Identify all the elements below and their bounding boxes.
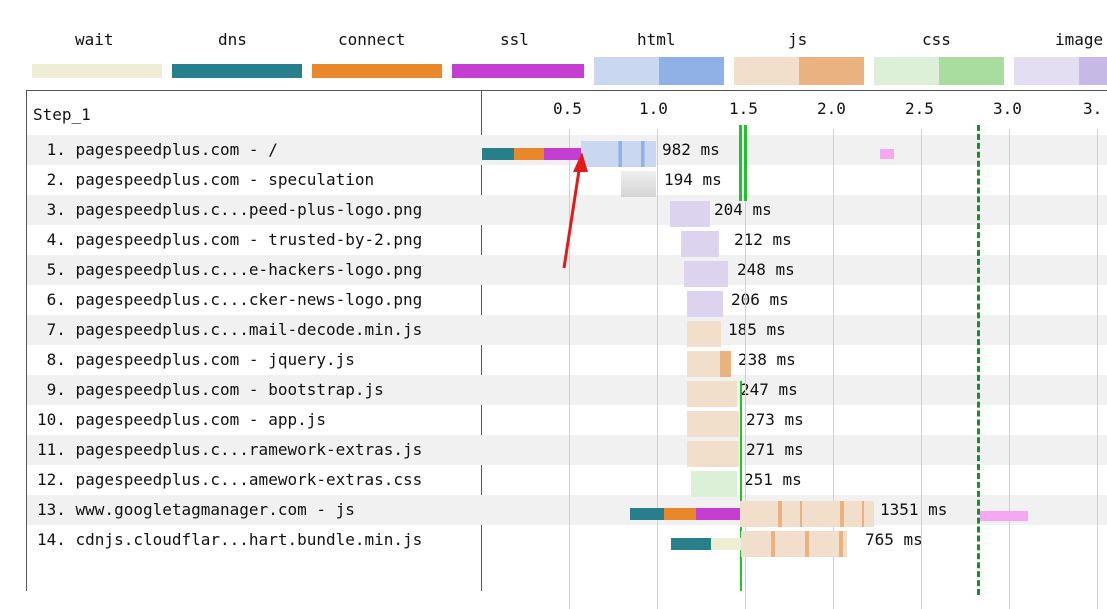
axis-tick: 1.5 xyxy=(729,99,758,118)
request-duration: 765 ms xyxy=(865,530,923,549)
image-marker xyxy=(980,511,1028,521)
request-row[interactable]: 9. pagespeedplus.com - bootstrap.js 247 m… xyxy=(27,375,1107,405)
request-name: 9. pagespeedplus.com - bootstrap.js xyxy=(37,380,384,399)
legend-label-css: css xyxy=(922,30,951,49)
legend-label-wait: wait xyxy=(75,30,114,49)
js-bar xyxy=(687,321,721,347)
image-bar xyxy=(687,291,723,317)
annotation-arrow xyxy=(562,152,588,269)
image-marker xyxy=(880,149,894,159)
js-bar xyxy=(687,441,739,467)
request-row[interactable]: 8. pagespeedplus.com - jquery.js 238 ms xyxy=(27,345,1107,375)
request-row[interactable]: 12. pagespeedplus.c...amework-extras.css… xyxy=(27,465,1107,495)
axis-tick: 0.5 xyxy=(553,99,582,118)
image-bar xyxy=(684,261,728,287)
green-marker-line xyxy=(744,125,747,201)
request-row[interactable]: 6. pagespeedplus.c...cker-news-logo.png 2… xyxy=(27,285,1107,315)
legend-swatch-connect xyxy=(312,64,442,78)
grid-line xyxy=(921,129,922,609)
legend-swatch-html xyxy=(594,57,724,85)
legend-label-js: js xyxy=(788,30,808,49)
request-row[interactable]: 14. cdnjs.cloudflar...hart.bundle.min.js… xyxy=(27,525,1107,555)
grid-line xyxy=(1009,129,1010,609)
request-duration: 273 ms xyxy=(746,410,804,429)
js-bar xyxy=(740,501,874,527)
connect-bar xyxy=(664,508,696,520)
grid-line xyxy=(1097,129,1098,609)
legend-swatch-js xyxy=(734,57,864,85)
dns-bar xyxy=(630,508,664,520)
legend-label-html: html xyxy=(637,30,676,49)
load-event-dashed-line xyxy=(977,125,980,595)
image-bar xyxy=(681,231,719,257)
request-duration: 194 ms xyxy=(664,170,722,189)
request-name: 10. pagespeedplus.com - app.js xyxy=(37,410,326,429)
dns-bar xyxy=(671,538,711,550)
request-name: 5. pagespeedplus.c...e-hackers-logo.png xyxy=(37,260,423,279)
request-name: 4. pagespeedplus.com - trusted-by-2.png xyxy=(37,230,423,249)
request-name: 6. pagespeedplus.c...cker-news-logo.png xyxy=(37,290,423,309)
legend-label-ssl: ssl xyxy=(500,30,529,49)
js-bar xyxy=(687,381,737,407)
axis-tick: 2.0 xyxy=(817,99,846,118)
axis-tick: 1.0 xyxy=(639,99,668,118)
request-duration: 247 ms xyxy=(740,380,798,399)
request-name: 2. pagespeedplus.com - speculation xyxy=(37,170,375,189)
ssl-bar xyxy=(696,508,740,520)
js-bar xyxy=(687,411,739,437)
legend-label-connect: connect xyxy=(338,30,406,49)
legend-swatch-css xyxy=(874,57,1004,85)
request-duration: 1351 ms xyxy=(880,500,948,519)
request-duration: 212 ms xyxy=(734,230,792,249)
request-name: 14. cdnjs.cloudflar...hart.bundle.min.js xyxy=(37,530,423,549)
axis-tick: 3. xyxy=(1083,99,1103,118)
speculation-bar xyxy=(621,171,656,197)
grid-line xyxy=(657,129,658,609)
legend-label-image: image xyxy=(1055,30,1104,49)
axis-tick: 3.0 xyxy=(993,99,1022,118)
js-bar xyxy=(687,351,731,377)
request-name: 13. www.googletagmanager.com - js xyxy=(37,500,355,519)
request-name: 8. pagespeedplus.com - jquery.js xyxy=(37,350,355,369)
request-duration: 982 ms xyxy=(662,140,720,159)
request-row[interactable]: 11. pagespeedplus.c...ramework-extras.js… xyxy=(27,435,1107,465)
image-bar xyxy=(670,201,710,227)
legend-swatch-ssl xyxy=(452,64,584,78)
green-marker-line xyxy=(739,125,742,201)
request-duration: 238 ms xyxy=(738,350,796,369)
axis-tick: 2.5 xyxy=(905,99,934,118)
green-marker-line xyxy=(740,381,742,591)
legend-swatch-dns xyxy=(172,64,302,78)
request-name: 12. pagespeedplus.c...amework-extras.css xyxy=(37,470,423,489)
step-label: Step_1 xyxy=(33,105,91,124)
request-duration: 185 ms xyxy=(728,320,786,339)
request-duration: 206 ms xyxy=(731,290,789,309)
css-bar xyxy=(691,471,737,497)
request-duration: 204 ms xyxy=(714,200,772,219)
request-row[interactable]: 7. pagespeedplus.c...mail-decode.min.js 1… xyxy=(27,315,1107,345)
js-bar xyxy=(741,531,847,557)
wait-bar xyxy=(711,538,741,550)
legend-swatch-wait xyxy=(32,64,162,78)
request-row[interactable]: 13. www.googletagmanager.com - js 1351 ms xyxy=(27,495,1107,525)
request-duration: 251 ms xyxy=(744,470,802,489)
legend-swatch-image xyxy=(1014,57,1107,85)
request-name: 3. pagespeedplus.c...peed-plus-logo.png xyxy=(37,200,423,219)
request-name: 1. pagespeedplus.com - / xyxy=(37,140,278,159)
request-name: 7. pagespeedplus.c...mail-decode.min.js xyxy=(37,320,423,339)
request-row[interactable]: 10. pagespeedplus.com - app.js 273 ms xyxy=(27,405,1107,435)
request-duration: 271 ms xyxy=(746,440,804,459)
request-name: 11. pagespeedplus.c...ramework-extras.js xyxy=(37,440,423,459)
legend-label-dns: dns xyxy=(218,30,247,49)
dns-bar xyxy=(482,148,514,160)
